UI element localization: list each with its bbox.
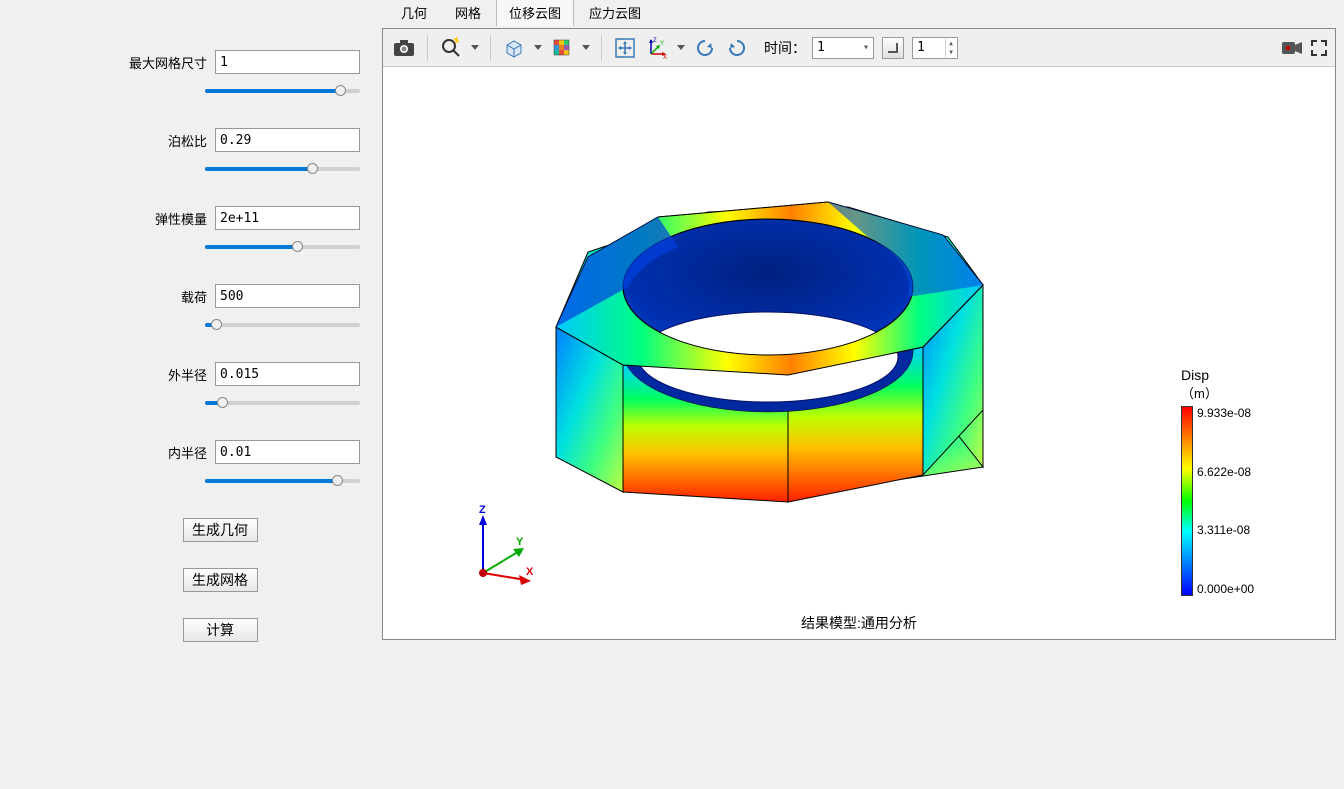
xyz-axes-icon: ZY X (645, 36, 669, 60)
record-button[interactable] (1277, 33, 1307, 63)
legend-title: Disp (1181, 367, 1291, 383)
mesh-size-label: 最大网格尺寸 (129, 53, 207, 72)
outer-radius-label: 外半径 (168, 365, 207, 384)
skip-end-button[interactable] (882, 37, 904, 59)
tab-displacement[interactable]: 位移云图 (496, 0, 574, 26)
legend-max: 9.933e-08 (1197, 406, 1254, 420)
generate-geometry-button[interactable]: 生成几何 (183, 518, 258, 542)
zoom-dropdown[interactable] (468, 33, 482, 63)
tab-geometry[interactable]: 几何 (388, 0, 440, 26)
axes-dropdown[interactable] (674, 33, 688, 63)
rubik-cube-icon (551, 37, 573, 59)
poisson-label: 泊松比 (168, 131, 207, 150)
rotate-ccw-icon (694, 37, 716, 59)
time-label: 时间： (764, 38, 806, 58)
transparency-button[interactable] (499, 33, 529, 63)
view-frame: ZYX 时间： 1 1 ▲▼ (382, 28, 1336, 640)
legend-min: 0.000e+00 (1197, 582, 1254, 596)
load-input[interactable] (215, 284, 360, 308)
compute-button[interactable]: 计算 (183, 618, 258, 642)
svg-text:Y: Y (660, 41, 664, 47)
video-camera-icon (1281, 40, 1303, 56)
time-combo[interactable]: 1 (812, 37, 874, 59)
svg-text:X: X (526, 566, 534, 578)
rotate-ccw-button[interactable] (690, 33, 720, 63)
fit-arrows-icon (614, 37, 636, 59)
legend-v1: 6.622e-08 (1197, 465, 1254, 479)
legend-unit: （m） (1181, 383, 1291, 402)
tab-mesh[interactable]: 网格 (442, 0, 494, 26)
expand-icon (1311, 40, 1327, 56)
inner-radius-input[interactable] (215, 440, 360, 464)
load-slider[interactable] (205, 316, 360, 334)
viewport-3d[interactable]: Z Y X Disp （m） 9.933e-08 6.622e-08 (383, 67, 1335, 639)
cube-transparent-icon (503, 37, 525, 59)
parameters-panel: 最大网格尺寸 泊松比 弹性模量 载荷 外半径 (0, 0, 380, 789)
results-area: 几何 网格 位移云图 应力云图 (380, 0, 1344, 789)
mesh-size-slider[interactable] (205, 82, 360, 100)
modulus-label: 弹性模量 (155, 209, 207, 228)
step-spinner[interactable]: 1 ▲▼ (912, 37, 958, 59)
svg-text:Z: Z (479, 505, 486, 516)
view-toolbar: ZY X 时间： 1 1 ▲▼ (383, 29, 1335, 67)
rotate-cw-icon (726, 37, 748, 59)
svg-text:Y: Y (516, 536, 524, 548)
poisson-input[interactable] (215, 128, 360, 152)
outer-radius-input[interactable] (215, 362, 360, 386)
colormap-dropdown[interactable] (579, 33, 593, 63)
skip-end-icon (887, 42, 899, 54)
inner-radius-slider[interactable] (205, 472, 360, 490)
fullscreen-button[interactable] (1309, 33, 1329, 63)
svg-text:Z: Z (653, 38, 657, 44)
screenshot-button[interactable] (389, 33, 419, 63)
modulus-slider[interactable] (205, 238, 360, 256)
mesh-size-input[interactable] (215, 50, 360, 74)
magnifier-icon (440, 37, 462, 59)
load-label: 载荷 (181, 287, 207, 306)
color-legend: Disp （m） 9.933e-08 6.622e-08 3.311e-08 0… (1181, 367, 1291, 596)
model-caption: 结果模型:通用分析 (383, 613, 1335, 633)
hex-nut-model (528, 157, 1008, 557)
camera-icon (393, 39, 415, 57)
axes-orientation-button[interactable]: ZY X (642, 33, 672, 63)
rotate-cw-button[interactable] (722, 33, 752, 63)
outer-radius-slider[interactable] (205, 394, 360, 412)
result-tabs: 几何 网格 位移云图 应力云图 (380, 0, 1344, 26)
axis-triad: Z Y X (471, 505, 541, 585)
transparency-dropdown[interactable] (531, 33, 545, 63)
legend-colorbar (1181, 406, 1193, 596)
legend-v2: 3.311e-08 (1197, 523, 1254, 537)
fit-view-button[interactable] (610, 33, 640, 63)
inner-radius-label: 内半径 (168, 443, 207, 462)
svg-text:X: X (663, 55, 667, 60)
tab-stress[interactable]: 应力云图 (576, 0, 654, 26)
colormap-button[interactable] (547, 33, 577, 63)
modulus-input[interactable] (215, 206, 360, 230)
zoom-button[interactable] (436, 33, 466, 63)
poisson-slider[interactable] (205, 160, 360, 178)
generate-mesh-button[interactable]: 生成网格 (183, 568, 258, 592)
